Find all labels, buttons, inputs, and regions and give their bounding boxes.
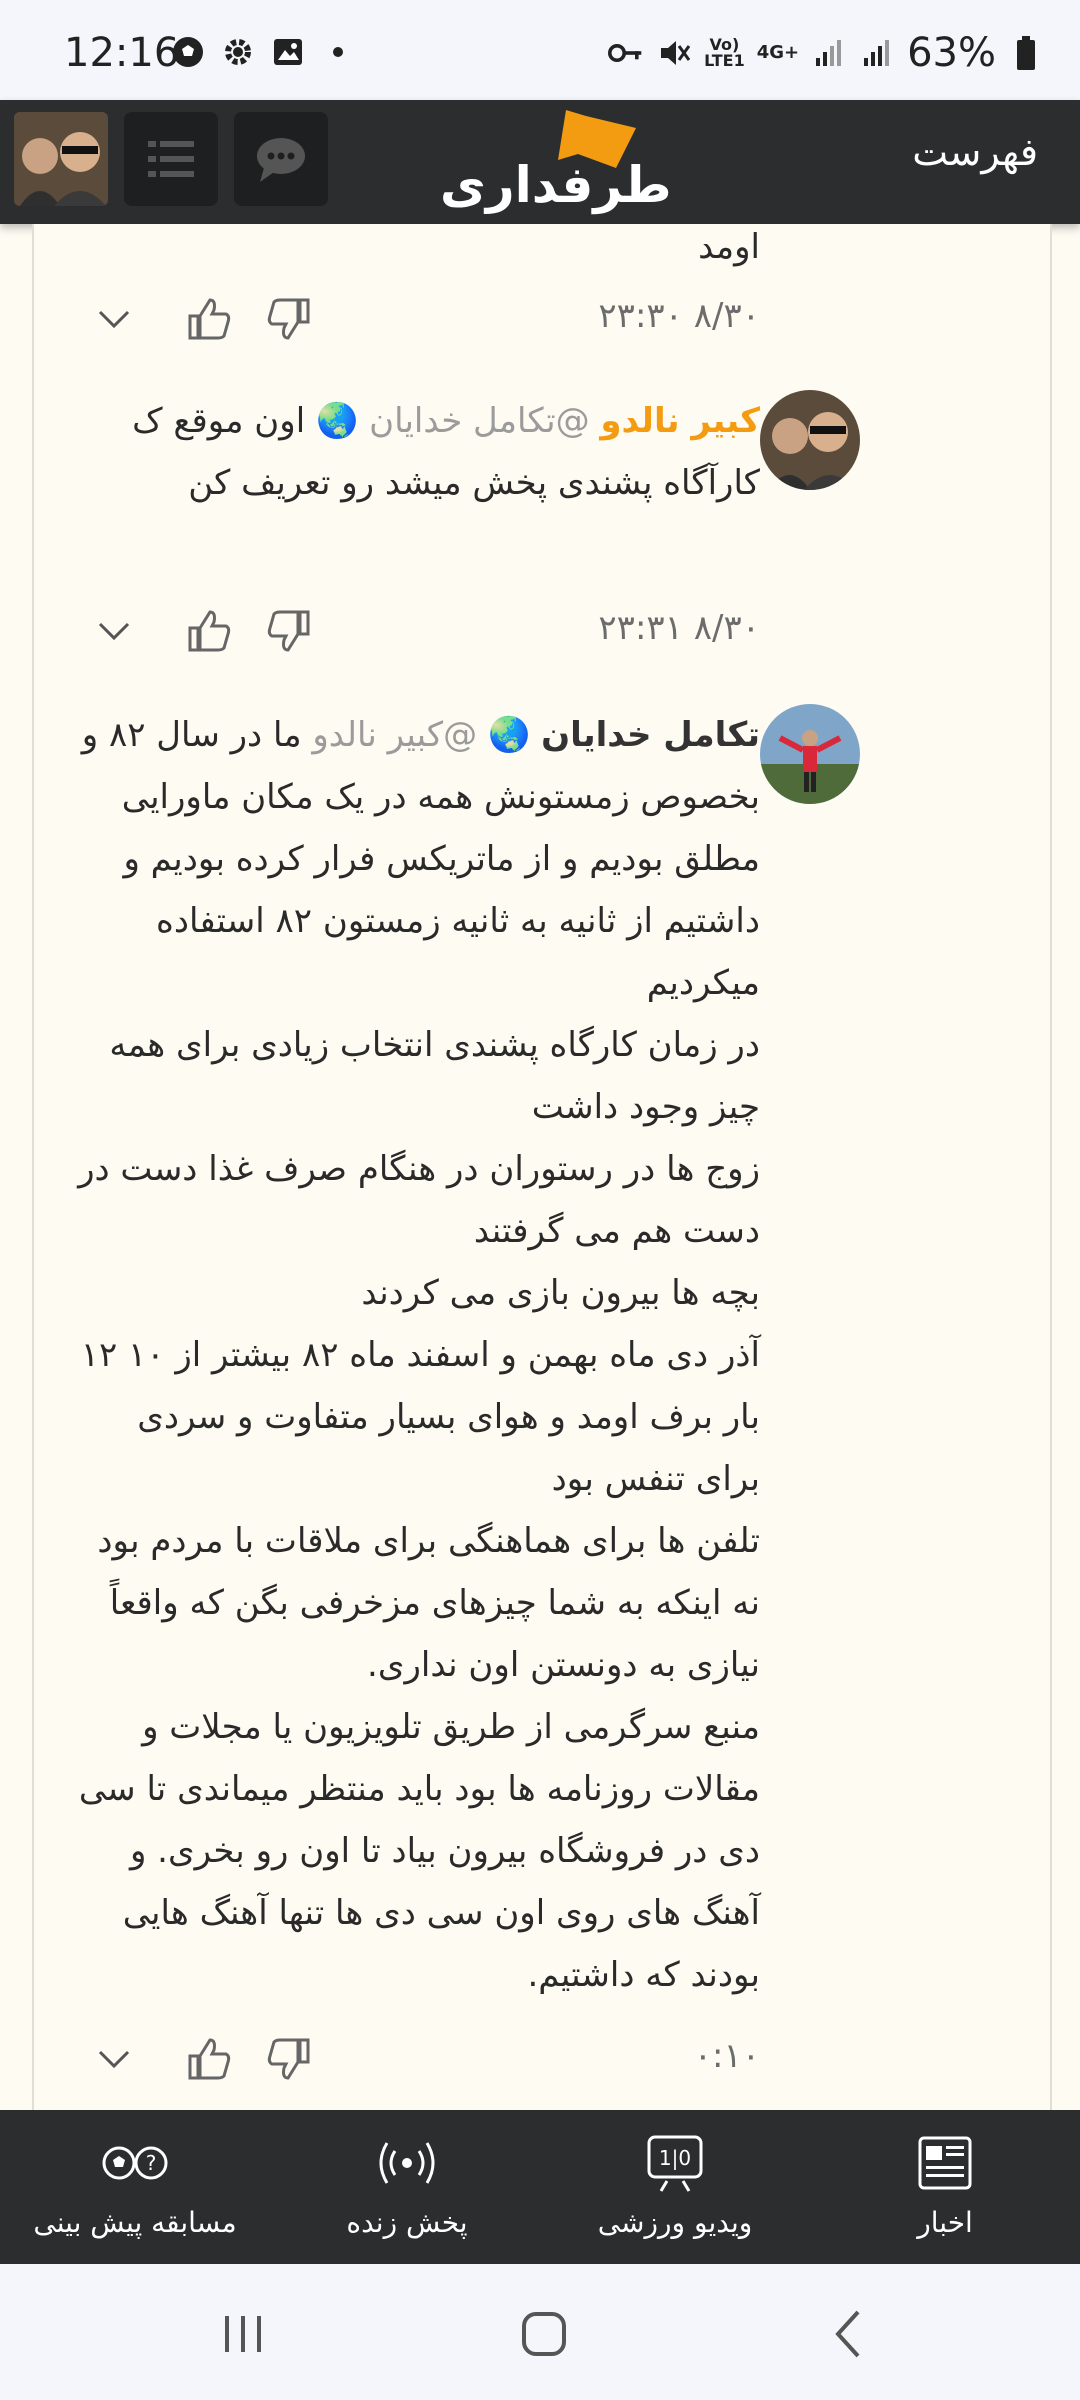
comment-text-line: آذر دی ماه بهمن و اسفند ماه ۸۲ بیشتر از … xyxy=(80,1335,760,1499)
status-time: 12:16 xyxy=(64,30,180,76)
comment-author[interactable]: کبیر نالدو xyxy=(600,401,760,441)
like-button[interactable] xyxy=(184,2034,234,2088)
nav-item-live[interactable]: پخش زنده xyxy=(292,2128,522,2248)
comment-timestamp: ۸/۳۰ ۲۳:۳۰ xyxy=(598,296,760,336)
tarafdari-logo[interactable]: طرفداری xyxy=(440,108,672,218)
comment-text-line: تلفن ها برای هماهنگی برای ملاقات با مردم… xyxy=(97,1521,760,1685)
logo-text: طرفداری xyxy=(440,156,672,214)
menu-button[interactable]: فهرست xyxy=(912,130,1038,174)
globe-icon: 🌏 xyxy=(315,401,359,441)
home-button[interactable] xyxy=(514,2304,574,2364)
avatar[interactable] xyxy=(760,704,860,804)
settings-icon xyxy=(220,34,256,70)
comment-body: کبیر نالدو @تکامل خدایان 🌏 اون موقع ک کا… xyxy=(70,390,760,514)
svg-text:?: ? xyxy=(146,2151,157,2175)
system-navigation-bar xyxy=(0,2264,1080,2400)
thumbs-down-icon xyxy=(267,2038,310,2080)
comment-actions xyxy=(94,2034,314,2088)
svg-text:1|0: 1|0 xyxy=(659,2146,691,2170)
live-broadcast-icon xyxy=(292,2128,522,2198)
comment-meta: ۸/۳۰ ۲۳:۳۱ xyxy=(34,602,1050,662)
thumbs-up-icon xyxy=(188,2038,231,2080)
thumbs-down-icon xyxy=(267,610,310,652)
comment-timestamp: ۰:۱۰ xyxy=(693,2036,760,2076)
recent-apps-icon xyxy=(225,2316,261,2352)
thumbs-down-icon xyxy=(267,298,310,340)
expand-chevron-icon[interactable] xyxy=(94,616,134,650)
comment-body: تکامل خدایان 🌏 @کبیر نالدو ما در سال ۸۲ … xyxy=(70,704,760,2006)
avatar[interactable] xyxy=(760,390,860,490)
signal-icon xyxy=(859,35,895,71)
nav-label: پخش زنده xyxy=(346,2206,468,2239)
comment-text-line: منبع سرگرمی از طریق تلویزیون یا مجلات و … xyxy=(78,1707,760,1995)
list-view-button[interactable] xyxy=(124,112,218,206)
signal-icon xyxy=(811,35,847,71)
network-label: Vo) LTE1 xyxy=(704,35,745,70)
comment-text: اومد xyxy=(698,227,760,267)
comment-meta: ۸/۳۰ ۲۳:۳۰ xyxy=(34,290,1050,350)
comment-actions xyxy=(94,606,314,660)
prediction-icon: ? xyxy=(20,2128,250,2198)
comment-author[interactable]: تکامل خدایان xyxy=(541,715,760,755)
status-left-icons xyxy=(170,34,356,70)
mute-icon xyxy=(656,35,692,71)
comment-mention[interactable]: @کبیر نالدو xyxy=(312,715,477,755)
battery-percentage: 63% xyxy=(907,30,996,76)
recent-apps-button[interactable] xyxy=(214,2304,274,2364)
nav-item-prediction[interactable]: ? مسابقه پیش بینی xyxy=(20,2128,250,2248)
bottom-navigation: اخبار 1|0 ویدیو ورزشی پخش زنده ? مسابقه … xyxy=(0,2110,1080,2264)
dislike-button[interactable] xyxy=(264,606,314,660)
status-right: Vo) LTE1 4G+ 63% xyxy=(608,30,1044,76)
back-button[interactable] xyxy=(818,2304,878,2364)
comment-text-line: در زمان کارگاه پشندی انتخاب زیادی برای ه… xyxy=(109,1025,760,1127)
nav-label: مسابقه پیش بینی xyxy=(33,2206,237,2239)
comment-text-line: ما در سال ۸۲ و بخصوص زمستونش همه در یک م… xyxy=(81,715,760,1003)
network-type: 4G+ xyxy=(756,42,800,63)
nav-item-sports-video[interactable]: 1|0 ویدیو ورزشی xyxy=(560,2128,790,2248)
globe-icon: 🌏 xyxy=(487,715,531,755)
battery-icon xyxy=(1008,35,1044,71)
key-icon xyxy=(608,35,644,71)
comment-text-line: بچه ها بیرون بازی می کردند xyxy=(361,1273,760,1313)
status-bar: 12:16 Vo) LTE1 4G+ 63% xyxy=(0,0,1080,100)
like-button[interactable] xyxy=(184,606,234,660)
comment-text-line: زوج ها در رستوران در هنگام صرف غذا دست د… xyxy=(78,1149,760,1251)
nav-label: اخبار xyxy=(917,2206,973,2239)
comment-mention[interactable]: @تکامل خدایان xyxy=(369,401,589,441)
nav-item-news[interactable]: اخبار xyxy=(830,2128,1060,2248)
expand-chevron-icon[interactable] xyxy=(94,2044,134,2078)
sports-video-icon: 1|0 xyxy=(560,2128,790,2198)
thumbs-up-icon xyxy=(188,298,231,340)
comments-button[interactable] xyxy=(234,112,328,206)
list-icon xyxy=(148,141,194,177)
thumbs-up-icon xyxy=(188,610,231,652)
back-chevron-icon xyxy=(835,2310,860,2358)
comment-timestamp: ۸/۳۰ ۲۳:۳۱ xyxy=(598,608,760,648)
nav-label: ویدیو ورزشی xyxy=(597,2206,753,2239)
dot-icon xyxy=(320,34,356,70)
dislike-button[interactable] xyxy=(264,2034,314,2088)
comment-actions xyxy=(94,294,314,348)
like-button[interactable] xyxy=(184,294,234,348)
top-app-bar: طرفداری فهرست xyxy=(0,100,1080,224)
news-icon xyxy=(830,2128,1060,2198)
gallery-icon xyxy=(270,34,306,70)
user-avatar[interactable] xyxy=(14,112,108,206)
home-icon xyxy=(522,2312,566,2356)
chat-bubble-icon xyxy=(257,138,305,182)
comments-list: اومد ۸/۳۰ ۲۳:۳۰ کبیر نالدو @تکامل خدایان… xyxy=(32,224,1052,2110)
dislike-button[interactable] xyxy=(264,294,314,348)
expand-chevron-icon[interactable] xyxy=(94,304,134,338)
soccer-ball-icon xyxy=(170,34,206,70)
comment-meta: ۰:۱۰ xyxy=(34,2030,1050,2090)
